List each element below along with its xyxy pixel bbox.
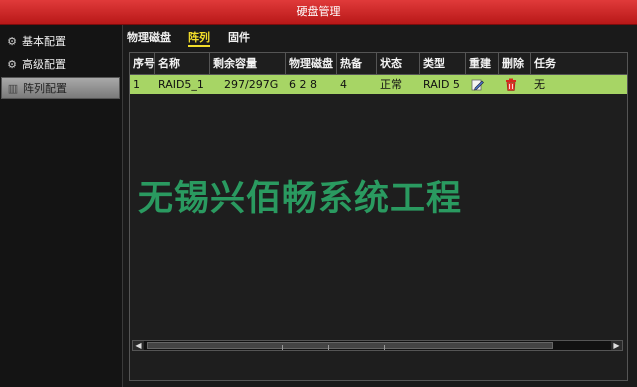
column-header-hot-spare: 热备 [337, 53, 377, 74]
column-header-free-capacity: 剩余容量 [210, 53, 286, 74]
cell-type: RAID 5 [423, 78, 460, 91]
table-row[interactable]: 1 RAID5_1 297/297G 6 2 8 4 正常 RAID 5 无 [130, 75, 627, 94]
column-header-delete: 删除 [499, 53, 531, 74]
cell-rebuild [466, 75, 499, 94]
scrollbar-thumb[interactable] [147, 342, 553, 350]
sidebar-item-basic-config[interactable]: ⚙ 基本配置 [1, 31, 120, 53]
sidebar: ⚙ 基本配置 ⚙ 高级配置 ▥ 阵列配置 [0, 25, 123, 387]
tab-physical-disk[interactable]: 物理磁盘 [127, 29, 171, 45]
column-header-status: 状态 [377, 53, 420, 74]
sidebar-item-advanced-config[interactable]: ⚙ 高级配置 [1, 54, 120, 76]
sidebar-item-label: 基本配置 [22, 35, 66, 48]
sidebar-item-label: 高级配置 [22, 58, 66, 71]
scroll-left-icon[interactable]: ◀ [133, 341, 144, 350]
cell-free-capacity: 297/297G [224, 78, 279, 91]
cell-physical-disk: 6 2 8 [289, 78, 317, 91]
cell-task: 无 [534, 78, 545, 91]
cell-delete [499, 75, 531, 94]
column-header-rebuild: 重建 [466, 53, 499, 74]
tab-firmware[interactable]: 固件 [228, 29, 250, 45]
column-header-name: 名称 [155, 53, 210, 74]
column-header-task: 任务 [534, 57, 556, 70]
scroll-right-icon[interactable]: ▶ [611, 341, 622, 350]
scrollbar-grip [328, 345, 329, 350]
window-title: 硬盘管理 [296, 5, 341, 18]
scrollbar-grip [282, 345, 283, 350]
column-header-index: 序号 [130, 53, 155, 74]
gear-icon: ⚙ [7, 35, 17, 48]
window-title-bar: 硬盘管理 [0, 0, 637, 25]
tab-array[interactable]: 阵列 [188, 29, 210, 47]
sidebar-item-label: 阵列配置 [23, 82, 67, 95]
scrollbar-grip [384, 345, 385, 350]
cell-name: RAID5_1 [158, 78, 204, 91]
edit-icon[interactable] [471, 78, 484, 91]
trash-icon[interactable] [505, 78, 517, 91]
disk-array-icon: ▥ [7, 82, 19, 95]
cell-index: 1 [133, 78, 140, 91]
column-header-physical-disk: 物理磁盘 [286, 53, 337, 74]
cell-hot-spare: 4 [340, 78, 347, 91]
column-header-type: 类型 [420, 53, 466, 74]
watermark-text: 无锡兴佰畅系统工程 [138, 179, 463, 219]
table-header: 序号 名称 剩余容量 物理磁盘 热备 状态 类型 重建 删除 任务 [130, 53, 627, 75]
sidebar-item-array-config[interactable]: ▥ 阵列配置 [1, 77, 120, 99]
horizontal-scrollbar[interactable]: ◀ ▶ [132, 340, 623, 351]
cell-status: 正常 [380, 78, 402, 91]
gear-icon: ⚙ [7, 58, 17, 71]
